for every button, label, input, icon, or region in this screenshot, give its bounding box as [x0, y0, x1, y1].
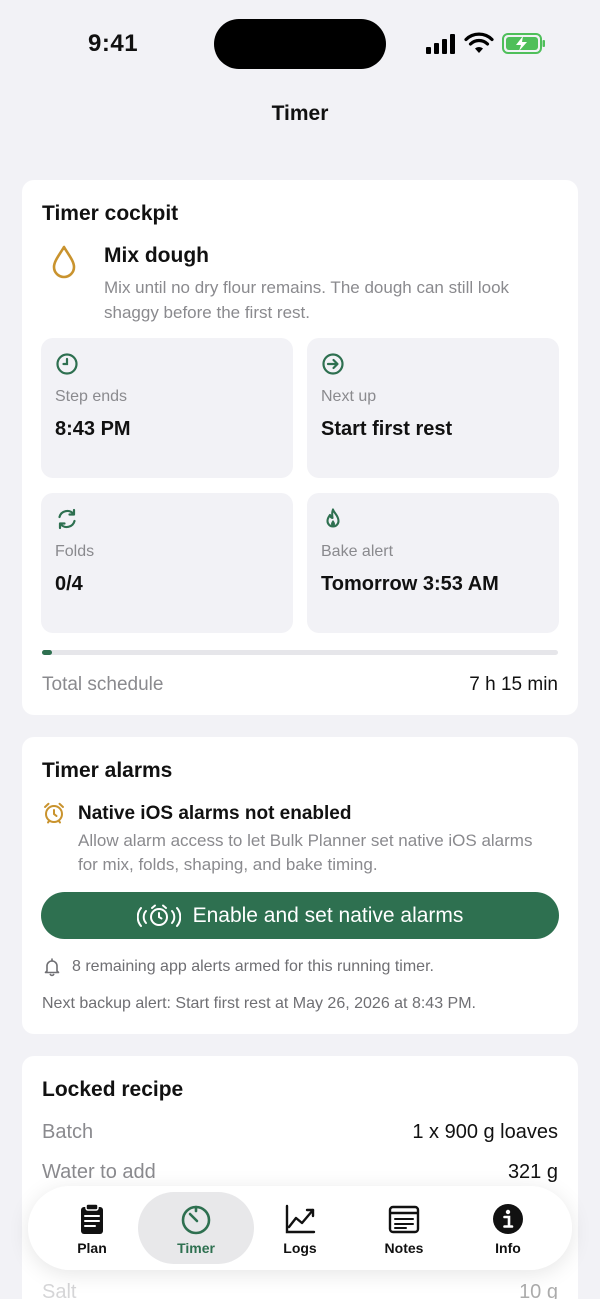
tab-bar: Plan Timer Logs Notes Info — [28, 1186, 572, 1270]
next-backup-alert-text: Next backup alert: Start first rest at M… — [42, 995, 476, 1012]
tile-step-ends: Step ends 8:43 PM — [41, 338, 293, 478]
tab-label: Logs — [283, 1240, 317, 1256]
info-icon — [493, 1204, 523, 1234]
chart-icon — [285, 1204, 316, 1234]
tile-value: 8:43 PM — [55, 418, 131, 440]
tab-label: Notes — [384, 1240, 424, 1256]
cellular-signal-icon — [426, 34, 455, 54]
recipe-key: Salt — [42, 1281, 77, 1299]
total-schedule-label: Total schedule — [42, 674, 164, 695]
alarm-clock-icon — [44, 802, 64, 824]
refresh-icon — [58, 508, 76, 530]
recipe-key: Water to add — [42, 1161, 156, 1183]
tab-timer[interactable]: Timer — [138, 1192, 254, 1264]
tile-next-up: Next up Start first rest — [307, 338, 559, 478]
timer-icon — [181, 1205, 211, 1235]
recipe-key: Batch — [42, 1121, 94, 1143]
tab-label: Info — [495, 1240, 521, 1256]
tile-label: Step ends — [55, 388, 128, 405]
battery-charging-icon — [502, 33, 545, 54]
dynamic-island — [214, 19, 386, 69]
tile-folds: Folds 0/4 — [41, 493, 293, 633]
step-name: Mix dough — [104, 244, 209, 267]
tile-label: Folds — [55, 543, 95, 560]
step-description: Mix until no dry flour remains. The doug… — [104, 278, 510, 322]
tile-bake-alert: Bake alert Tomorrow 3:53 AM — [307, 493, 559, 633]
tab-notes[interactable]: Notes — [346, 1192, 462, 1264]
timer-alarms-card: Timer alarms Native iOS alarms not enabl… — [22, 737, 578, 1034]
tile-value: 0/4 — [55, 573, 83, 595]
recipe-value: 10 g — [519, 1281, 558, 1299]
schedule-progress-bar — [42, 650, 558, 655]
alarm-status-description: Allow alarm access to let Bulk Planner s… — [78, 831, 533, 874]
tab-logs[interactable]: Logs — [242, 1192, 358, 1264]
tile-value: Tomorrow 3:53 AM — [321, 573, 499, 595]
alarm-status-title: Native iOS alarms not enabled — [78, 803, 352, 824]
tab-info[interactable]: Info — [450, 1192, 566, 1264]
wifi-icon — [464, 32, 494, 53]
bell-icon — [44, 958, 60, 977]
clipboard-icon — [81, 1203, 103, 1234]
tile-value: Start first rest — [321, 418, 453, 440]
status-time: 9:41 — [88, 30, 139, 57]
tab-label: Plan — [77, 1240, 107, 1256]
notes-icon — [388, 1205, 420, 1234]
status-bar: 9:41 — [0, 0, 600, 90]
tab-plan[interactable]: Plan — [34, 1192, 150, 1264]
enable-native-alarms-button[interactable]: Enable and set native alarms — [41, 892, 559, 939]
tile-label: Bake alert — [321, 543, 394, 560]
flame-icon — [326, 508, 340, 528]
alerts-armed-text: 8 remaining app alerts armed for this ru… — [72, 958, 434, 975]
tile-label: Next up — [321, 388, 377, 405]
card-title: Locked recipe — [42, 1078, 184, 1101]
recipe-value: 1 x 900 g loaves — [412, 1121, 558, 1143]
nav-title: Timer — [271, 102, 329, 125]
recipe-value: 321 g — [507, 1161, 558, 1183]
arrow-right-circle-icon — [322, 353, 344, 375]
clock-icon — [56, 353, 78, 375]
timer-cockpit-card: Timer cockpit Mix dough Mix until no dry… — [22, 180, 578, 715]
tab-label: Timer — [177, 1240, 215, 1256]
alarm-waves-icon — [136, 904, 181, 927]
card-title: Timer cockpit — [42, 202, 179, 225]
total-schedule-value: 7 h 15 min — [469, 674, 558, 695]
enable-native-alarms-label: Enable and set native alarms — [192, 903, 464, 927]
schedule-progress-fill — [42, 650, 53, 655]
water-drop-icon — [52, 245, 76, 279]
card-title: Timer alarms — [42, 759, 173, 782]
